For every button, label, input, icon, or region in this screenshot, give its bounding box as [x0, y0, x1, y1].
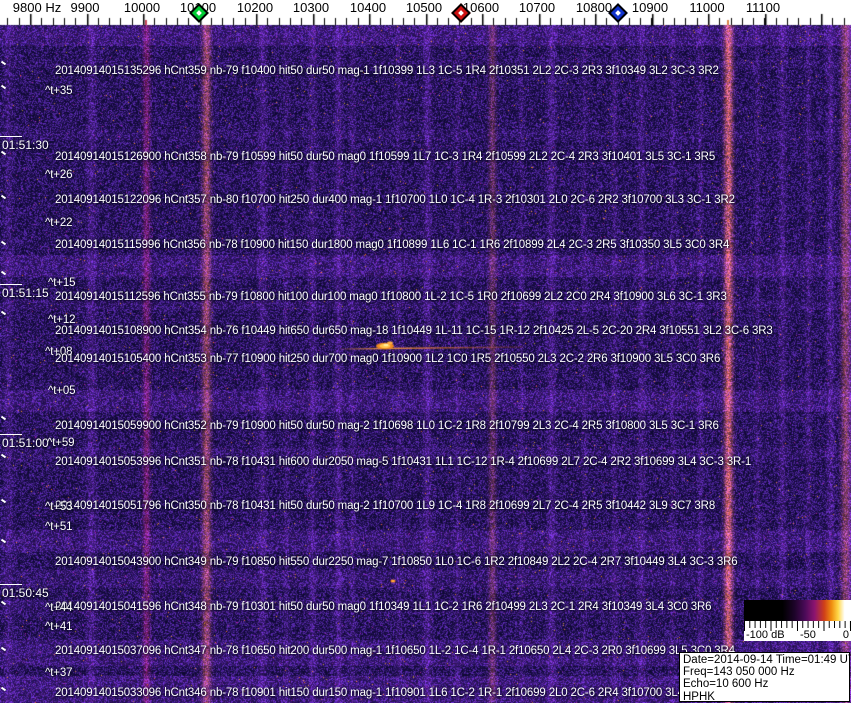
- status-info-box: Date=2014-09-14 Time=01:49 UTC Freq=143 …: [679, 652, 851, 703]
- db-scale-ticks: -100 dB -50 0: [744, 621, 851, 641]
- spectrum-lab-waterfall-window: 9800 Hz990010000101001020010300104001050…: [0, 0, 851, 703]
- ruler-label-10800: 10800: [575, 0, 613, 15]
- ruler-label-10900: 10900: [631, 0, 669, 15]
- frequency-readout: Freq=143 050 000 Hz: [683, 666, 795, 679]
- station-id: HPHK: [683, 690, 715, 703]
- diamond-center-dot: [615, 10, 621, 16]
- db-max-label: 0: [842, 629, 849, 641]
- ruler-label-10000: 10000: [123, 0, 161, 15]
- ruler-label-10300: 10300: [292, 0, 330, 15]
- ruler-label-10400: 10400: [349, 0, 387, 15]
- ruler-label-11100: 11100: [745, 0, 781, 15]
- diamond-center-dot: [196, 10, 202, 16]
- frequency-ruler[interactable]: 9800 Hz990010000101001020010300104001050…: [0, 0, 851, 26]
- ruler-label-10500: 10500: [405, 0, 443, 15]
- db-mid-label: -50: [800, 629, 816, 641]
- ruler-label-11000: 11000: [689, 0, 725, 15]
- ruler-label-10700: 10700: [518, 0, 556, 15]
- diamond-center-dot: [458, 10, 464, 16]
- gradient: [744, 600, 851, 621]
- date-time-readout: Date=2014-09-14 Time=01:49 UTC: [683, 654, 851, 666]
- ruler-label-10200: 10200: [236, 0, 274, 15]
- ruler-label-9800-hz: 9800 Hz: [12, 0, 62, 15]
- echo-frequency-readout: Echo=10 600 Hz: [683, 678, 769, 691]
- ruler-label-9900: 9900: [70, 0, 100, 15]
- db-color-scale: -100 dB -50 0: [744, 600, 851, 641]
- spectrogram-canvas[interactable]: [0, 0, 851, 703]
- db-min-label: -100 dB: [746, 629, 785, 641]
- color-gradient-bar[interactable]: [744, 600, 851, 621]
